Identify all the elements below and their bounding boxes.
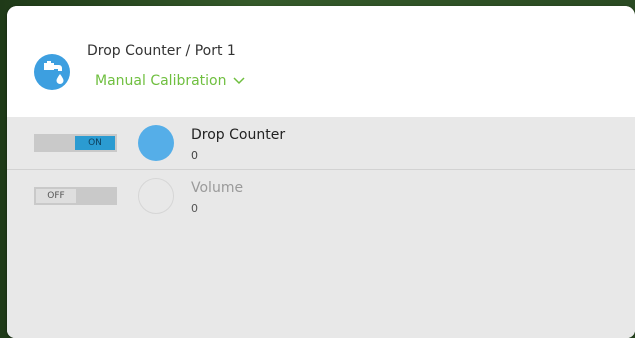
- drop-counter-indicator: [138, 125, 174, 161]
- volume-value: 0: [191, 202, 198, 215]
- chevron-down-icon: [232, 73, 245, 89]
- dialog-header: Drop Counter / Port 1 Manual Calibration: [7, 6, 635, 117]
- toggle-state-label: OFF: [36, 189, 76, 203]
- volume-toggle[interactable]: OFF: [34, 187, 117, 205]
- faucet-drop-icon: [34, 54, 70, 90]
- drop-counter-label: Drop Counter: [191, 127, 286, 143]
- dialog-title: Drop Counter / Port 1: [87, 43, 236, 59]
- calibration-mode-dropdown[interactable]: Manual Calibration: [95, 73, 245, 89]
- calibration-dialog: Drop Counter / Port 1 Manual Calibration…: [7, 6, 635, 338]
- drop-counter-value: 0: [191, 149, 198, 162]
- drop-counter-toggle[interactable]: ON: [34, 134, 117, 152]
- list-item-drop-counter[interactable]: ON Drop Counter 0: [7, 117, 635, 170]
- volume-indicator: [138, 178, 174, 214]
- toggle-state-label: ON: [75, 136, 115, 150]
- calibration-mode-label: Manual Calibration: [95, 73, 227, 89]
- sensor-list: ON Drop Counter 0 OFF Volume 0: [7, 117, 635, 338]
- volume-label: Volume: [191, 180, 244, 196]
- list-item-volume[interactable]: OFF Volume 0: [7, 170, 635, 222]
